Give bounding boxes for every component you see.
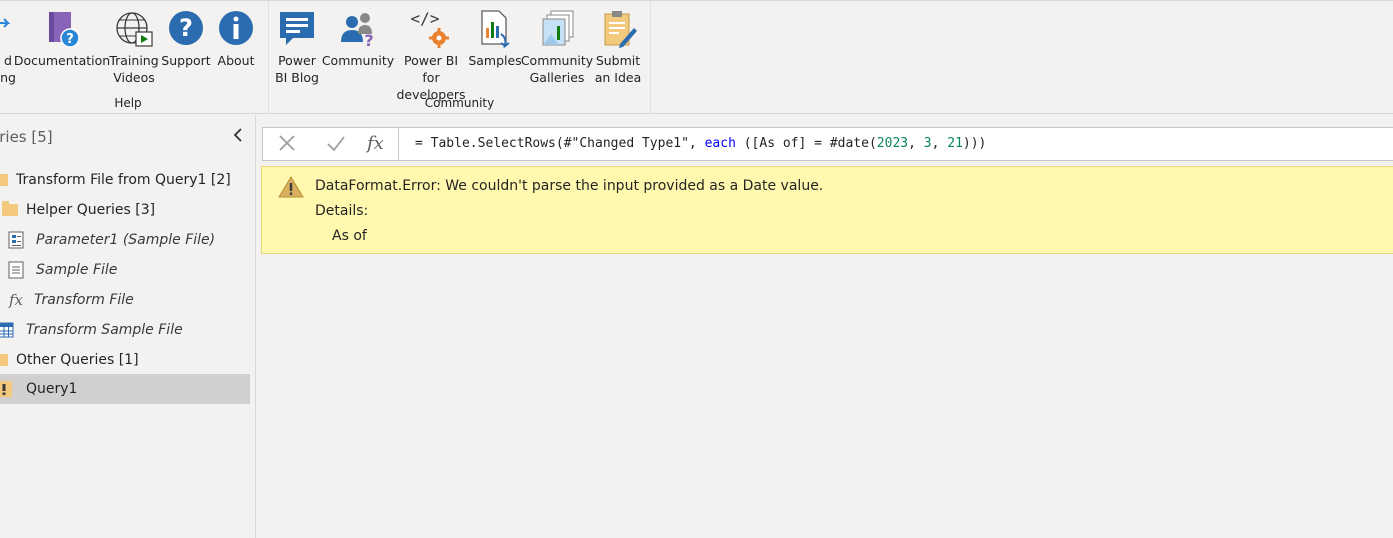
group-label-community: Community	[424, 96, 495, 110]
parameter-icon	[8, 231, 24, 249]
community-galleries-button[interactable]: Community Galleries	[521, 8, 593, 86]
cancel-formula-icon[interactable]	[277, 132, 297, 159]
blog-icon	[277, 8, 317, 50]
query-item-parameter1[interactable]: Parameter1 (Sample File)	[0, 225, 250, 255]
queries-header: eries [5]	[0, 128, 53, 146]
info-icon	[216, 8, 256, 50]
formula-bar: fx = Table.SelectRows(#"Changed Type1", …	[262, 127, 1393, 161]
support-button[interactable]: ? Support	[160, 8, 212, 69]
svg-text:</>: </>	[411, 9, 439, 28]
power-bi-blog-button[interactable]: Power BI Blog	[273, 8, 321, 86]
globe-video-icon	[114, 8, 154, 50]
svg-text:?: ?	[364, 31, 373, 50]
folder-icon	[0, 174, 8, 186]
function-icon: fx	[9, 291, 24, 309]
query-group-other-queries[interactable]: Other Queries [1]	[0, 345, 250, 375]
query-group-transform-file[interactable]: Transform File from Query1 [2]	[0, 165, 250, 195]
ribbon: d ng ? Documentation Training Videos ? S…	[0, 0, 1393, 114]
error-details-value: As of	[332, 228, 367, 244]
power-bi-for-developers-button[interactable]: </> Power BI for developers	[394, 8, 468, 103]
about-button[interactable]: About	[214, 8, 258, 69]
error-message: DataFormat.Error: We couldn't parse the …	[315, 178, 824, 194]
documentation-button[interactable]: ? Documentation	[14, 8, 110, 69]
insert-function-icon[interactable]: fx	[367, 133, 384, 154]
error-details-label: Details:	[315, 203, 369, 219]
warning-triangle-icon	[278, 175, 304, 203]
group-label-help: Help	[114, 96, 142, 110]
svg-text:?: ?	[179, 14, 193, 42]
file-icon	[8, 261, 24, 279]
error-panel: DataFormat.Error: We couldn't parse the …	[261, 166, 1393, 254]
folder-icon	[2, 201, 18, 216]
code-gear-icon: </>	[411, 8, 451, 50]
query-item-query1[interactable]: Query1	[0, 374, 250, 404]
ribbon-group-help: d ng ? Documentation Training Videos ? S…	[0, 0, 269, 114]
community-button[interactable]: ? Community	[322, 8, 394, 69]
formula-input[interactable]: = Table.SelectRows(#"Changed Type1", eac…	[415, 136, 986, 151]
query-item-transform-sample-file[interactable]: Transform Sample File	[0, 315, 250, 345]
gallery-icon	[537, 8, 577, 50]
samples-button[interactable]: Samples	[468, 8, 522, 69]
question-icon: ?	[166, 8, 206, 50]
training-videos-button[interactable]: Training Videos	[108, 8, 160, 86]
query-item-transform-file[interactable]: fx Transform File	[0, 285, 250, 315]
commit-formula-icon[interactable]	[325, 132, 347, 159]
warning-icon	[0, 381, 12, 397]
table-icon	[0, 322, 14, 338]
collapse-pane-chevron-icon[interactable]	[232, 127, 244, 147]
clipboard-pencil-icon	[598, 8, 638, 50]
submit-an-idea-button[interactable]: Submit an Idea	[593, 8, 643, 86]
book-icon: ?	[42, 8, 82, 50]
formula-buttons: fx	[263, 128, 399, 160]
folder-icon	[0, 354, 8, 366]
ribbon-group-community: Power BI Blog ? Community </> Power BI f…	[269, 0, 651, 114]
query-item-sample-file[interactable]: Sample File	[0, 255, 250, 285]
svg-text:?: ?	[66, 32, 74, 47]
query-group-helper-queries[interactable]: Helper Queries [3]	[0, 195, 250, 225]
queries-pane: eries [5] Transform File from Query1 [2]…	[0, 115, 256, 538]
samples-icon	[475, 8, 515, 50]
people-icon: ?	[338, 8, 378, 50]
